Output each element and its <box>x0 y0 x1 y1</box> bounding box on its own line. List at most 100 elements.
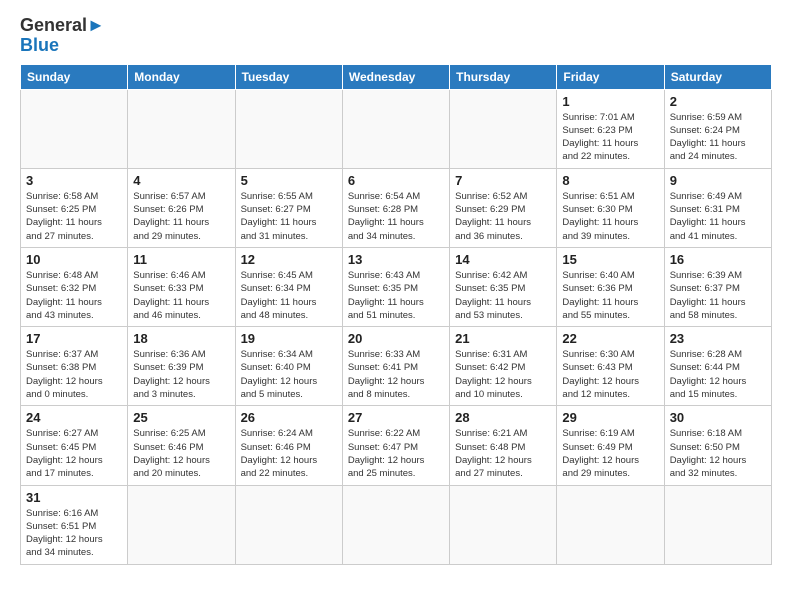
day-number: 28 <box>455 410 551 425</box>
day-info: Sunrise: 6:49 AM Sunset: 6:31 PM Dayligh… <box>670 190 766 243</box>
calendar-cell: 29 Sunrise: 6:19 AM Sunset: 6:49 PM Dayli… <box>557 406 664 485</box>
weekday-header-thursday: Thursday <box>450 64 557 89</box>
day-info: Sunrise: 6:59 AM Sunset: 6:24 PM Dayligh… <box>670 111 766 164</box>
calendar-cell: 27 Sunrise: 6:22 AM Sunset: 6:47 PM Dayli… <box>342 406 449 485</box>
weekday-header-sunday: Sunday <box>21 64 128 89</box>
day-info: Sunrise: 6:58 AM Sunset: 6:25 PM Dayligh… <box>26 190 122 243</box>
calendar-cell: 9 Sunrise: 6:49 AM Sunset: 6:31 PM Daylig… <box>664 168 771 247</box>
calendar-cell: 11 Sunrise: 6:46 AM Sunset: 6:33 PM Dayli… <box>128 247 235 326</box>
day-number: 18 <box>133 331 229 346</box>
day-info: Sunrise: 6:22 AM Sunset: 6:47 PM Dayligh… <box>348 427 444 480</box>
day-info: Sunrise: 6:45 AM Sunset: 6:34 PM Dayligh… <box>241 269 337 322</box>
calendar-table: SundayMondayTuesdayWednesdayThursdayFrid… <box>20 64 772 565</box>
calendar-cell <box>342 485 449 564</box>
day-number: 15 <box>562 252 658 267</box>
day-number: 8 <box>562 173 658 188</box>
day-number: 26 <box>241 410 337 425</box>
calendar-cell <box>342 89 449 168</box>
calendar-cell <box>450 485 557 564</box>
calendar-cell: 4 Sunrise: 6:57 AM Sunset: 6:26 PM Daylig… <box>128 168 235 247</box>
page-header: General► Blue <box>20 16 772 56</box>
day-info: Sunrise: 6:42 AM Sunset: 6:35 PM Dayligh… <box>455 269 551 322</box>
day-number: 24 <box>26 410 122 425</box>
day-info: Sunrise: 6:40 AM Sunset: 6:36 PM Dayligh… <box>562 269 658 322</box>
calendar-cell <box>664 485 771 564</box>
day-info: Sunrise: 6:54 AM Sunset: 6:28 PM Dayligh… <box>348 190 444 243</box>
calendar-cell: 19 Sunrise: 6:34 AM Sunset: 6:40 PM Dayli… <box>235 327 342 406</box>
day-info: Sunrise: 6:16 AM Sunset: 6:51 PM Dayligh… <box>26 507 122 560</box>
calendar-cell: 15 Sunrise: 6:40 AM Sunset: 6:36 PM Dayli… <box>557 247 664 326</box>
day-number: 23 <box>670 331 766 346</box>
day-number: 17 <box>26 331 122 346</box>
weekday-header-tuesday: Tuesday <box>235 64 342 89</box>
calendar-cell: 22 Sunrise: 6:30 AM Sunset: 6:43 PM Dayli… <box>557 327 664 406</box>
day-number: 2 <box>670 94 766 109</box>
calendar-cell: 30 Sunrise: 6:18 AM Sunset: 6:50 PM Dayli… <box>664 406 771 485</box>
day-number: 31 <box>26 490 122 505</box>
calendar-cell: 10 Sunrise: 6:48 AM Sunset: 6:32 PM Dayli… <box>21 247 128 326</box>
day-number: 3 <box>26 173 122 188</box>
day-info: Sunrise: 6:18 AM Sunset: 6:50 PM Dayligh… <box>670 427 766 480</box>
day-number: 13 <box>348 252 444 267</box>
weekday-header-monday: Monday <box>128 64 235 89</box>
day-info: Sunrise: 6:48 AM Sunset: 6:32 PM Dayligh… <box>26 269 122 322</box>
calendar-cell: 23 Sunrise: 6:28 AM Sunset: 6:44 PM Dayli… <box>664 327 771 406</box>
calendar-cell <box>235 89 342 168</box>
day-number: 27 <box>348 410 444 425</box>
day-info: Sunrise: 6:46 AM Sunset: 6:33 PM Dayligh… <box>133 269 229 322</box>
calendar-cell: 7Sunrise: 6:52 AM Sunset: 6:29 PM Daylig… <box>450 168 557 247</box>
day-number: 12 <box>241 252 337 267</box>
weekday-header-wednesday: Wednesday <box>342 64 449 89</box>
day-number: 1 <box>562 94 658 109</box>
day-number: 22 <box>562 331 658 346</box>
day-number: 7 <box>455 173 551 188</box>
day-info: Sunrise: 6:27 AM Sunset: 6:45 PM Dayligh… <box>26 427 122 480</box>
calendar-cell <box>557 485 664 564</box>
day-number: 29 <box>562 410 658 425</box>
calendar-cell: 17 Sunrise: 6:37 AM Sunset: 6:38 PM Dayli… <box>21 327 128 406</box>
calendar-cell <box>235 485 342 564</box>
day-number: 9 <box>670 173 766 188</box>
calendar-cell: 18Sunrise: 6:36 AM Sunset: 6:39 PM Dayli… <box>128 327 235 406</box>
logo: General► Blue <box>20 16 105 56</box>
day-number: 25 <box>133 410 229 425</box>
day-info: Sunrise: 6:24 AM Sunset: 6:46 PM Dayligh… <box>241 427 337 480</box>
day-info: Sunrise: 6:31 AM Sunset: 6:42 PM Dayligh… <box>455 348 551 401</box>
day-info: Sunrise: 6:30 AM Sunset: 6:43 PM Dayligh… <box>562 348 658 401</box>
day-number: 11 <box>133 252 229 267</box>
day-info: Sunrise: 7:01 AM Sunset: 6:23 PM Dayligh… <box>562 111 658 164</box>
day-number: 21 <box>455 331 551 346</box>
day-number: 10 <box>26 252 122 267</box>
day-info: Sunrise: 6:57 AM Sunset: 6:26 PM Dayligh… <box>133 190 229 243</box>
day-number: 16 <box>670 252 766 267</box>
day-info: Sunrise: 6:39 AM Sunset: 6:37 PM Dayligh… <box>670 269 766 322</box>
calendar-cell: 2 Sunrise: 6:59 AM Sunset: 6:24 PM Daylig… <box>664 89 771 168</box>
day-info: Sunrise: 6:34 AM Sunset: 6:40 PM Dayligh… <box>241 348 337 401</box>
day-info: Sunrise: 6:21 AM Sunset: 6:48 PM Dayligh… <box>455 427 551 480</box>
day-info: Sunrise: 6:43 AM Sunset: 6:35 PM Dayligh… <box>348 269 444 322</box>
calendar-cell: 3 Sunrise: 6:58 AM Sunset: 6:25 PM Daylig… <box>21 168 128 247</box>
calendar-cell: 6 Sunrise: 6:54 AM Sunset: 6:28 PM Daylig… <box>342 168 449 247</box>
day-number: 30 <box>670 410 766 425</box>
calendar-cell <box>21 89 128 168</box>
calendar-cell: 21 Sunrise: 6:31 AM Sunset: 6:42 PM Dayli… <box>450 327 557 406</box>
day-info: Sunrise: 6:33 AM Sunset: 6:41 PM Dayligh… <box>348 348 444 401</box>
day-number: 19 <box>241 331 337 346</box>
day-number: 6 <box>348 173 444 188</box>
calendar-cell <box>128 89 235 168</box>
day-info: Sunrise: 6:55 AM Sunset: 6:27 PM Dayligh… <box>241 190 337 243</box>
weekday-header-saturday: Saturday <box>664 64 771 89</box>
day-info: Sunrise: 6:19 AM Sunset: 6:49 PM Dayligh… <box>562 427 658 480</box>
day-number: 14 <box>455 252 551 267</box>
calendar-cell: 16 Sunrise: 6:39 AM Sunset: 6:37 PM Dayli… <box>664 247 771 326</box>
day-number: 4 <box>133 173 229 188</box>
calendar-cell <box>128 485 235 564</box>
weekday-header-friday: Friday <box>557 64 664 89</box>
day-info: Sunrise: 6:37 AM Sunset: 6:38 PM Dayligh… <box>26 348 122 401</box>
calendar-cell: 26 Sunrise: 6:24 AM Sunset: 6:46 PM Dayli… <box>235 406 342 485</box>
calendar-cell: 31 Sunrise: 6:16 AM Sunset: 6:51 PM Dayli… <box>21 485 128 564</box>
calendar-cell: 12 Sunrise: 6:45 AM Sunset: 6:34 PM Dayli… <box>235 247 342 326</box>
calendar-cell: 25Sunrise: 6:25 AM Sunset: 6:46 PM Dayli… <box>128 406 235 485</box>
calendar-cell: 1 Sunrise: 7:01 AM Sunset: 6:23 PM Daylig… <box>557 89 664 168</box>
day-info: Sunrise: 6:28 AM Sunset: 6:44 PM Dayligh… <box>670 348 766 401</box>
